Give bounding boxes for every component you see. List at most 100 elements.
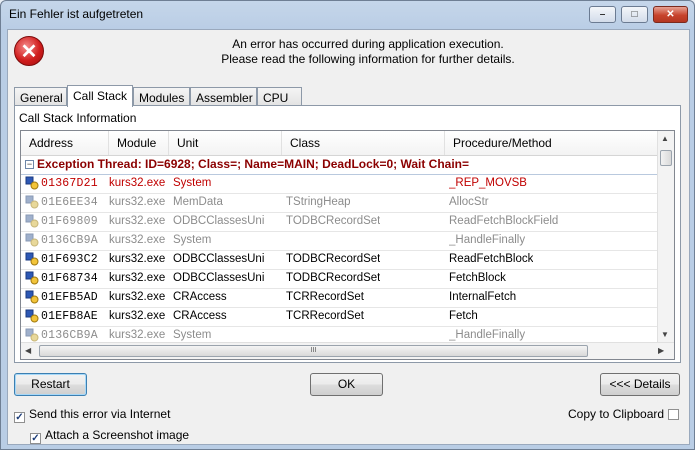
tab-general[interactable]: General <box>14 87 67 106</box>
frame-class: TODBCRecordSet <box>286 215 381 227</box>
frame-method: InternalFetch <box>449 291 517 303</box>
stack-frame-icon <box>25 309 39 323</box>
frame-address: 01EFB5AD <box>41 291 98 304</box>
frame-address: 0136CB9A <box>41 234 98 247</box>
column-header-class[interactable]: Class <box>282 131 445 155</box>
stack-frame-icon <box>25 176 39 190</box>
stack-frame-icon <box>25 328 39 342</box>
send-via-internet-label: Send this error via Internet <box>29 407 171 421</box>
frame-module: kurs32.exe <box>109 291 166 303</box>
tab-call-stack[interactable]: Call Stack <box>67 85 133 107</box>
frame-unit: System <box>173 234 212 246</box>
frame-method: _HandleFinally <box>449 329 526 341</box>
column-header-address[interactable]: Address <box>21 131 109 155</box>
frame-unit: CRAccess <box>173 310 227 322</box>
frame-unit: ODBCClassesUni <box>173 253 265 265</box>
copy-to-clipboard-label: Copy to Clipboard <box>568 407 665 421</box>
ok-button[interactable]: OK <box>310 373 383 396</box>
column-headers: Address Module Unit Class Procedure/Meth… <box>21 131 658 156</box>
table-row[interactable]: 01EFB5AD kurs32.exe CRAccess TCRRecordSet In… <box>21 288 658 308</box>
send-via-internet-checkbox[interactable]: ✓ Send this error via Internet <box>14 407 170 423</box>
error-message-line-1: An error has occurred during application… <box>232 37 504 51</box>
frame-method: _REP_MOVSB <box>449 177 527 189</box>
frame-module: kurs32.exe <box>109 253 166 265</box>
frame-unit: System <box>173 329 212 341</box>
maximize-button[interactable]: □ <box>621 6 648 23</box>
minimize-button[interactable]: – <box>589 6 616 23</box>
frame-class: TODBCRecordSet <box>286 253 381 265</box>
details-button[interactable]: <<< Details <box>600 373 680 396</box>
table-row[interactable]: 01367D21 kurs32.exe System _REP_MOVSB <box>21 174 658 194</box>
attach-screenshot-checkbox[interactable]: ✓ Attach a Screenshot image <box>30 428 189 444</box>
scroll-left-icon[interactable]: ◀ <box>25 346 31 355</box>
column-header-module[interactable]: Module <box>109 131 169 155</box>
column-header-procedure[interactable]: Procedure/Method <box>445 131 658 155</box>
scroll-up-icon[interactable]: ▲ <box>661 134 669 143</box>
send-via-internet-check-icon[interactable]: ✓ <box>14 412 25 423</box>
frame-address: 0136CB9A <box>41 329 98 342</box>
scroll-down-icon[interactable]: ▼ <box>661 330 669 339</box>
call-stack-section-label: Call Stack Information <box>19 111 137 125</box>
tab-modules[interactable]: Modules <box>133 87 190 106</box>
frame-module: kurs32.exe <box>109 215 166 227</box>
frame-unit: System <box>173 177 212 189</box>
frame-address: 01F68734 <box>41 272 98 285</box>
frame-unit: MemData <box>173 196 223 208</box>
frame-class: TCRRecordSet <box>286 310 364 322</box>
exception-thread-group[interactable]: − Exception Thread: ID=6928; Class=; Nam… <box>21 155 658 175</box>
frame-class: TCRRecordSet <box>286 291 364 303</box>
stack-frame-icon <box>25 233 39 247</box>
horizontal-scrollbar[interactable]: ◀ III ▶ <box>21 342 674 359</box>
table-row[interactable]: 01F68734 kurs32.exe ODBCClassesUni TODBCRec… <box>21 269 658 289</box>
horizontal-scroll-thumb[interactable]: III <box>39 345 588 357</box>
frame-address: 01EFB8AE <box>41 310 98 323</box>
restart-button[interactable]: Restart <box>14 373 87 396</box>
table-row[interactable]: 01E6EE34 kurs32.exe MemData TStringHeap Allo… <box>21 193 658 213</box>
tab-cpu[interactable]: CPU <box>257 87 302 106</box>
frame-module: kurs32.exe <box>109 177 166 189</box>
frame-address: 01E6EE34 <box>41 196 98 209</box>
scroll-right-icon[interactable]: ▶ <box>658 346 664 355</box>
tab-assembler[interactable]: Assembler <box>190 87 257 106</box>
error-dialog-window: Ein Fehler ist aufgetreten – □ ✕ ✕ An er… <box>0 0 695 450</box>
frame-unit: ODBCClassesUni <box>173 272 265 284</box>
call-stack-list[interactable]: Address Module Unit Class Procedure/Meth… <box>20 130 675 360</box>
table-row[interactable]: 01F693C2 kurs32.exe ODBCClassesUni TODBCRec… <box>21 250 658 270</box>
stack-frame-icon <box>25 271 39 285</box>
column-header-unit[interactable]: Unit <box>169 131 282 155</box>
error-icon: ✕ <box>14 36 44 66</box>
frame-module: kurs32.exe <box>109 329 166 341</box>
collapse-icon[interactable]: − <box>25 160 34 169</box>
exception-thread-label: Exception Thread: ID=6928; Class=; Name=… <box>37 157 470 171</box>
maximize-icon: □ <box>631 9 638 20</box>
window-title: Ein Fehler ist aufgetreten <box>9 7 144 21</box>
attach-screenshot-check-icon[interactable]: ✓ <box>30 433 41 444</box>
table-row[interactable]: 01EFB8AE kurs32.exe CRAccess TCRRecordSet Fe… <box>21 307 658 327</box>
close-button[interactable]: ✕ <box>653 6 688 23</box>
frame-module: kurs32.exe <box>109 310 166 322</box>
frame-address: 01F693C2 <box>41 253 98 266</box>
vertical-scroll-thumb[interactable] <box>660 150 672 166</box>
vertical-scrollbar[interactable]: ▲ ▼ <box>657 131 674 343</box>
frame-method: _HandleFinally <box>449 234 526 246</box>
attach-screenshot-label: Attach a Screenshot image <box>45 428 190 442</box>
table-row[interactable]: 0136CB9A kurs32.exe System _HandleFinally <box>21 231 658 251</box>
title-bar[interactable]: Ein Fehler ist aufgetreten – □ ✕ <box>1 1 694 29</box>
copy-to-clipboard-check-icon[interactable] <box>668 409 680 420</box>
frame-address: 01F69809 <box>41 215 98 228</box>
minimize-icon: – <box>599 9 606 20</box>
stack-frame-icon <box>25 252 39 266</box>
close-icon: ✕ <box>666 9 675 20</box>
frame-address: 01367D21 <box>41 177 98 190</box>
copy-to-clipboard-checkbox[interactable]: Copy to Clipboard <box>568 407 680 421</box>
stack-frame-icon <box>25 214 39 228</box>
frame-unit: ODBCClassesUni <box>173 215 265 227</box>
error-message: An error has occurred during application… <box>118 37 618 67</box>
frame-module: kurs32.exe <box>109 196 166 208</box>
table-row[interactable]: 01F69809 kurs32.exe ODBCClassesUni TODBCRec… <box>21 212 658 232</box>
frame-class: TODBCRecordSet <box>286 272 381 284</box>
frame-method: Fetch <box>449 310 478 322</box>
stack-frame-icon <box>25 290 39 304</box>
stack-frame-icon <box>25 195 39 209</box>
frame-method: FetchBlock <box>449 272 506 284</box>
